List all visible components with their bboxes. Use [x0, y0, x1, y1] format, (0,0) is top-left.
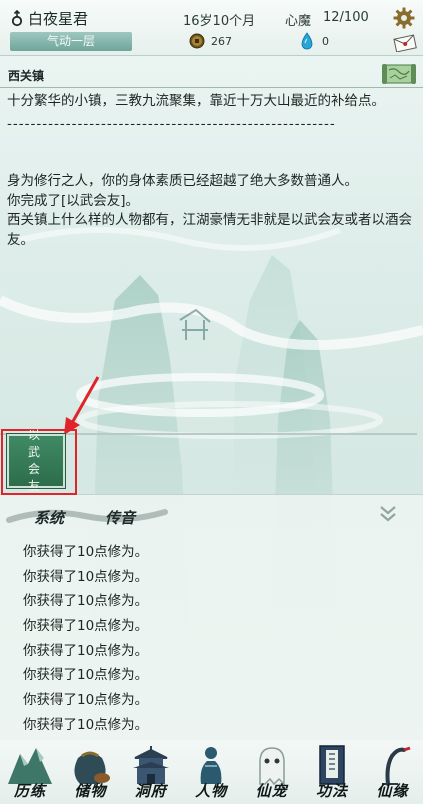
gem-count: 0	[322, 35, 329, 48]
coin-count: 267	[211, 35, 232, 48]
description-text: 十分繁华的小镇，三教九流聚集，靠近十万大山最近的补给点。	[7, 93, 385, 109]
nav-destiny[interactable]: 仙缘	[362, 740, 422, 804]
nav-training[interactable]: 历练	[0, 740, 60, 804]
nav-techniques[interactable]: 功法	[302, 740, 362, 804]
heart-demon-value: 12/100	[323, 10, 369, 25]
event-line: 身为修行之人，你的身体素质已经超越了绝大多数普通人。	[7, 173, 358, 189]
male-icon	[11, 9, 23, 26]
map-scroll-icon[interactable]	[381, 62, 417, 86]
dashed-divider: ----------------------------------------…	[7, 116, 336, 132]
mail-icon[interactable]	[393, 34, 417, 52]
action-button-martial-meet[interactable]: 以武会友	[6, 428, 66, 493]
bottom-navigation: 历练 储物 洞府 人物 仙宠 功法 仙缘	[0, 740, 423, 804]
log-tabs: 系统 传音	[0, 495, 423, 535]
log-entry: 你获得了10点修为。	[23, 716, 149, 733]
log-entry: 你获得了10点修为。	[23, 544, 149, 560]
location-bar: 西关镇	[0, 62, 423, 86]
nav-spirit-pet[interactable]: 仙宠	[242, 740, 302, 804]
chevron-double-down-icon[interactable]	[378, 505, 398, 523]
realm-badge: 气动一层	[10, 32, 132, 51]
status-header: 白夜星君 气动一层 16岁10个月 心魔 12/100 267 0	[0, 0, 423, 56]
nav-label: 历练	[13, 782, 46, 800]
nav-label: 人物	[195, 782, 228, 800]
event-line: 你完成了[以武会友]。	[7, 192, 140, 209]
log-list: 你获得了10点修为。 你获得了10点修为。 你获得了10点修为。 你获得了10点…	[23, 540, 403, 738]
nav-label: 仙宠	[255, 782, 288, 800]
event-line: 西关镇上什么样的人物都有，江湖豪情无非就是以武会友或者以酒会友。	[7, 212, 412, 248]
player-age: 16岁10个月	[183, 14, 256, 29]
gem-icon	[301, 32, 313, 50]
nav-label: 功法	[315, 782, 348, 800]
nav-cave-dwelling[interactable]: 洞府	[121, 740, 181, 804]
event-text-list: 身为修行之人，你的身体素质已经超越了绝大多数普通人。 你完成了[以武会友]。 西…	[7, 172, 417, 250]
log-entry: 你获得了10点修为。	[23, 642, 149, 659]
log-entry: 你获得了10点修为。	[23, 593, 149, 610]
tab-message[interactable]: 传音	[105, 507, 135, 528]
pointer-arrow	[64, 376, 100, 435]
location-name: 西关镇	[8, 69, 45, 83]
nav-label: 储物	[74, 782, 107, 800]
player-name: 白夜星君	[28, 10, 89, 28]
location-description: 十分繁华的小镇，三教九流聚集，靠近十万大山最近的补给点。 -----------…	[7, 92, 417, 134]
heart-demon-label: 心魔	[285, 14, 312, 29]
log-entry: 你获得了10点修为。	[23, 692, 149, 709]
log-entry: 你获得了10点修为。	[23, 667, 149, 684]
nav-label: 洞府	[134, 782, 167, 800]
player-identity[interactable]: 白夜星君	[10, 8, 88, 29]
action-button-label: 以武会友	[27, 428, 44, 493]
gear-icon[interactable]	[393, 7, 415, 29]
message-log-panel: 系统 传音 你获得了10点修为。 你获得了10点修为。 你获得了10点修为。 你…	[0, 494, 423, 740]
divider	[0, 87, 423, 88]
nav-label: 仙缘	[376, 782, 409, 800]
log-entry: 你获得了10点修为。	[23, 618, 149, 635]
log-entry: 你获得了10点修为。	[23, 568, 149, 585]
tab-ribbon-decoration	[6, 509, 168, 523]
coin-icon	[189, 33, 205, 49]
nav-storage[interactable]: 储物	[60, 740, 120, 804]
tab-system[interactable]: 系统	[34, 507, 64, 528]
nav-character[interactable]: 人物	[181, 740, 241, 804]
